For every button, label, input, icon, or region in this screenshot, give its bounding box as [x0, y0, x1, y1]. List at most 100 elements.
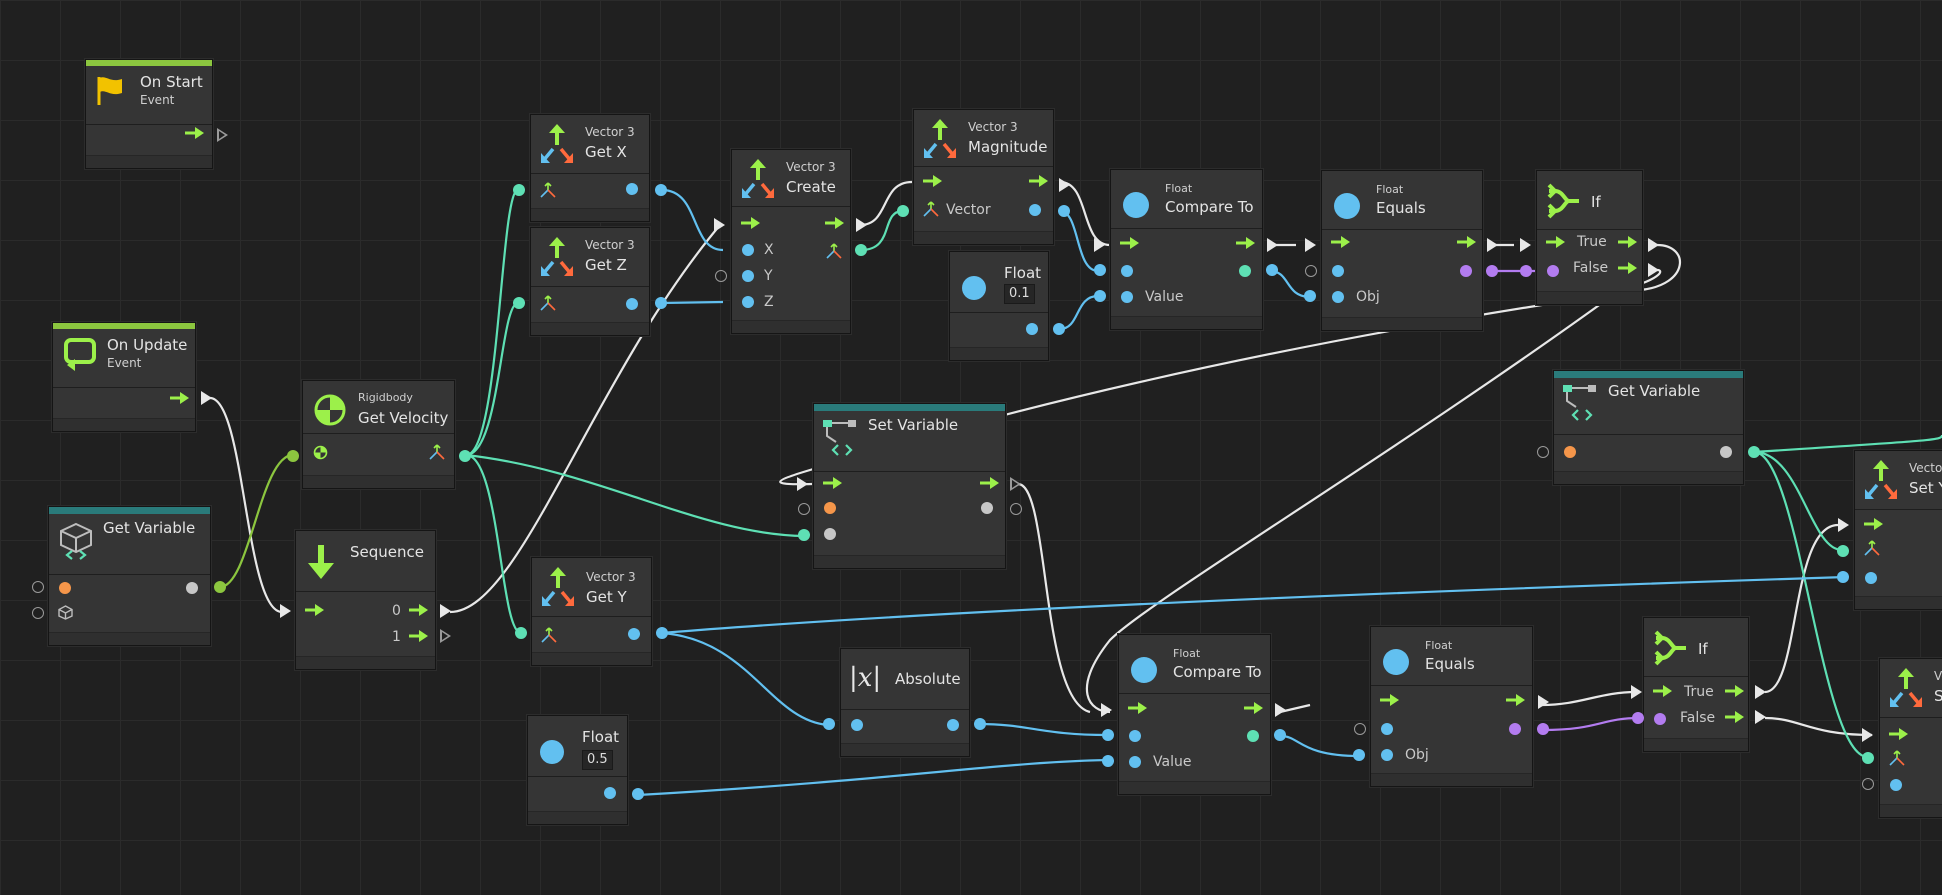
bool-output-port[interactable] [1509, 723, 1521, 735]
y-out-port[interactable] [656, 627, 668, 639]
bool-out-port[interactable] [1486, 265, 1498, 277]
x-input-port[interactable] [742, 244, 754, 256]
kind-input-port[interactable] [824, 502, 836, 514]
flow-in-port[interactable] [797, 477, 808, 491]
sequence-node[interactable]: Sequence 0 1 [295, 530, 436, 670]
float-out-port[interactable] [1053, 323, 1065, 335]
vector-in-port[interactable] [515, 627, 527, 639]
obj-input-port[interactable] [1381, 749, 1393, 761]
vector-in-port[interactable] [897, 205, 909, 217]
float-output-port[interactable] [626, 298, 638, 310]
result-output-port[interactable] [1247, 730, 1259, 742]
float-out-port[interactable] [632, 788, 644, 800]
condition-input-port[interactable] [1654, 713, 1666, 725]
object-out-port[interactable] [214, 581, 226, 593]
get-variable-left-node[interactable]: Get Variable [48, 506, 211, 646]
equals-top-node[interactable]: Float Equals Obj [1321, 170, 1483, 331]
create-node[interactable]: Vector 3 Create X Y Z [731, 149, 851, 334]
magnitude-node[interactable]: Vector 3 Magnitude Vector [913, 109, 1054, 245]
on-start-node[interactable]: On Start Event [85, 59, 213, 169]
vector-out-port[interactable] [855, 244, 867, 256]
flow-out-port[interactable] [856, 218, 867, 232]
obj-input-port[interactable] [1332, 291, 1344, 303]
float-01-node[interactable]: Float 0.1 [949, 251, 1049, 361]
absolute-node[interactable]: |x| Absolute [840, 648, 970, 757]
y-input-port[interactable] [1865, 572, 1877, 584]
false-out-port[interactable] [1648, 263, 1659, 277]
float-input-port[interactable] [851, 719, 863, 731]
false-out-port[interactable] [1755, 710, 1766, 724]
get-variable-right-node[interactable]: Get Variable [1553, 370, 1744, 485]
compare-bottom-node[interactable]: Float Compare To Value [1118, 634, 1271, 795]
unconnected-port[interactable] [1010, 503, 1022, 515]
flow-in-port[interactable] [1101, 703, 1112, 717]
get-y-node[interactable]: Vector 3 Get Y [531, 557, 652, 666]
float-value-field[interactable]: 0.1 [1004, 284, 1035, 304]
set-partial-node[interactable]: Vector 3 S [1879, 658, 1942, 818]
y-input-port[interactable] [742, 270, 754, 282]
a-in-port[interactable] [1102, 729, 1114, 741]
rigidbody-velocity-node[interactable]: Rigidbody Get Velocity [302, 380, 455, 489]
get-x-node[interactable]: Vector 3 Get X [530, 114, 650, 222]
flow-out-port[interactable] [1010, 477, 1021, 491]
flow-in-port[interactable] [280, 604, 291, 618]
bool-output-port[interactable] [1460, 265, 1472, 277]
value-input-port[interactable] [824, 528, 836, 540]
flow-out-port[interactable] [1267, 238, 1278, 252]
flow-in-port[interactable] [1631, 685, 1642, 699]
a-input-port[interactable] [1332, 265, 1344, 277]
condition-in-port[interactable] [1520, 265, 1532, 277]
get-z-node[interactable]: Vector 3 Get Z [530, 227, 650, 336]
if-bottom-node[interactable]: If True False [1643, 617, 1749, 752]
result-out-port[interactable] [1266, 264, 1278, 276]
vector-in-port[interactable] [513, 297, 525, 309]
unconnected-port[interactable] [1537, 446, 1549, 458]
float-output-port[interactable] [1029, 204, 1041, 216]
rigidbody-in-port[interactable] [287, 450, 299, 462]
a-input-port[interactable] [1121, 265, 1133, 277]
obj-in-port[interactable] [1304, 290, 1316, 302]
float-output-port[interactable] [626, 183, 638, 195]
unconnected-port[interactable] [715, 270, 727, 282]
equals-bottom-node[interactable]: Float Equals Obj [1370, 626, 1533, 787]
unconnected-port[interactable] [32, 581, 44, 593]
value-output-port[interactable] [1720, 446, 1732, 458]
compare-top-node[interactable]: Float Compare To Value [1110, 169, 1263, 330]
flow-in-port[interactable] [1862, 728, 1873, 742]
z-out-port[interactable] [655, 297, 667, 309]
value-in-port[interactable] [798, 529, 810, 541]
flow-in-port[interactable] [714, 218, 725, 232]
value-in-port[interactable] [1094, 290, 1106, 302]
a-input-port[interactable] [1129, 730, 1141, 742]
unconnected-port[interactable] [798, 503, 810, 515]
flow-out-port[interactable] [217, 128, 228, 142]
float-out-port[interactable] [974, 718, 986, 730]
vector-in-port[interactable] [513, 184, 525, 196]
flow-out-port[interactable] [201, 391, 212, 405]
flow-out-port[interactable] [1059, 178, 1070, 192]
flow-out-port-1[interactable] [440, 629, 451, 643]
value-input-port[interactable] [1121, 291, 1133, 303]
if-top-node[interactable]: If True False [1536, 170, 1643, 305]
value-input-port[interactable] [1129, 756, 1141, 768]
graph-canvas[interactable]: On Start Event On Update Event Get Varia… [0, 0, 1942, 895]
flow-in-port[interactable] [1094, 238, 1105, 252]
float-output-port[interactable] [947, 719, 959, 731]
unconnected-port[interactable] [1354, 723, 1366, 735]
magnitude-out-port[interactable] [1058, 205, 1070, 217]
a-input-port[interactable] [1381, 723, 1393, 735]
float-output-port[interactable] [1026, 323, 1038, 335]
x-out-port[interactable] [655, 184, 667, 196]
true-out-port[interactable] [1648, 238, 1659, 252]
set-y-node[interactable]: Vector 3 Set Y [1854, 450, 1942, 610]
flow-in-port[interactable] [1520, 238, 1531, 252]
flow-out-port[interactable] [1538, 695, 1549, 709]
z-input-port[interactable] [742, 296, 754, 308]
value-out-port[interactable] [1748, 446, 1760, 458]
float-input-port[interactable] [1890, 779, 1902, 791]
unconnected-port[interactable] [32, 607, 44, 619]
condition-input-port[interactable] [1547, 265, 1559, 277]
unconnected-port[interactable] [1862, 778, 1874, 790]
float-output-port[interactable] [604, 787, 616, 799]
y-in-port[interactable] [1837, 571, 1849, 583]
